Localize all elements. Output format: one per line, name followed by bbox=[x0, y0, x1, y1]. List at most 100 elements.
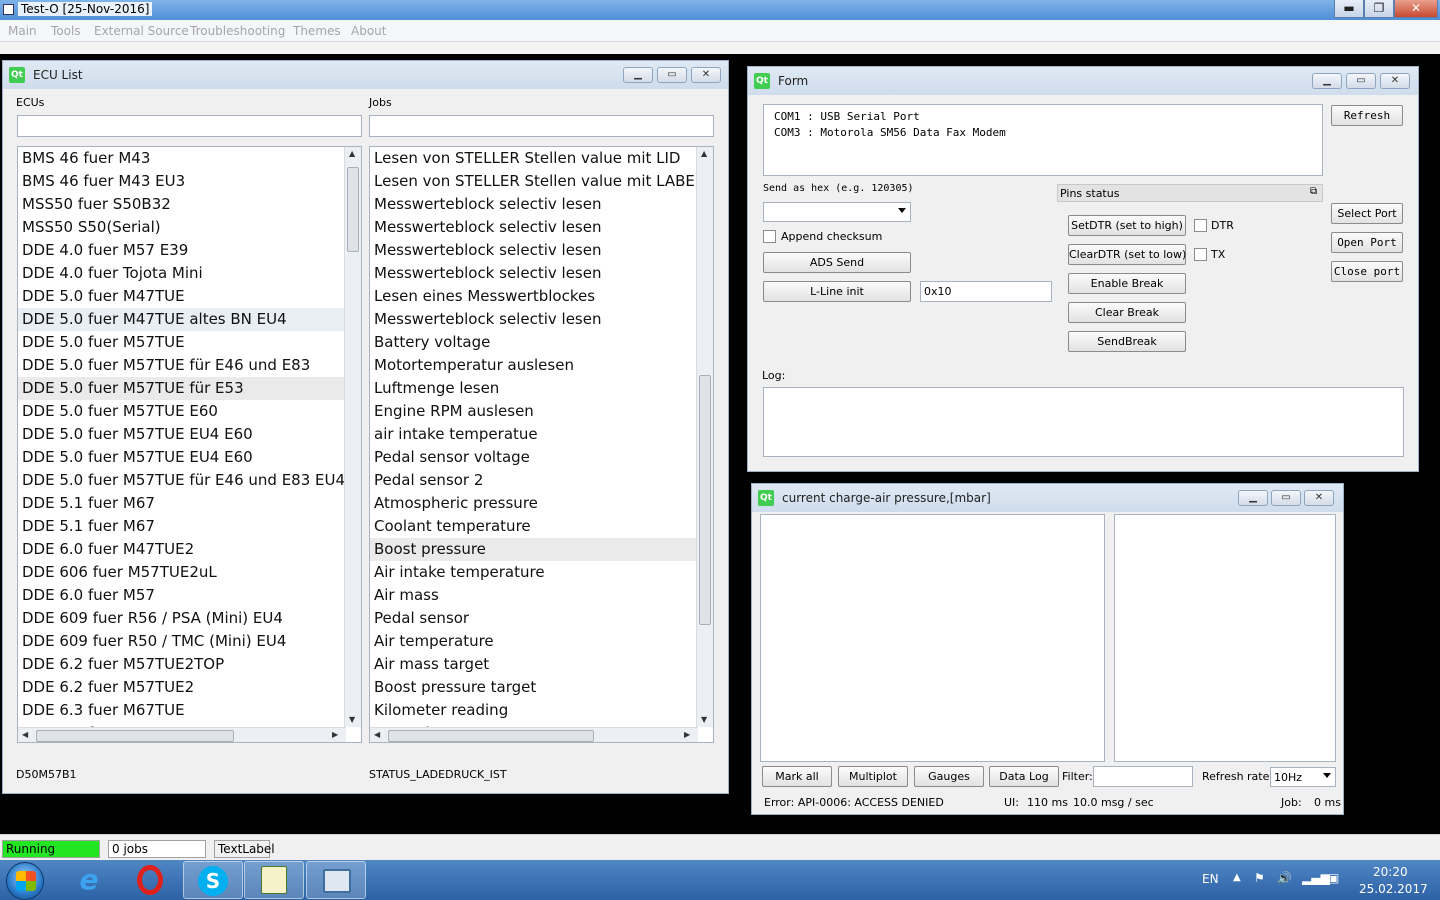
job-row[interactable]: Air temperature bbox=[370, 630, 713, 653]
select-port-button[interactable]: Select Port bbox=[1331, 203, 1403, 224]
ecu-row[interactable]: DDE 609 fuer R50 / TMC (Mini) EU4 bbox=[18, 630, 361, 653]
job-row[interactable]: Air intake temperature bbox=[370, 561, 713, 584]
close-button[interactable]: ✕ bbox=[1394, 0, 1438, 18]
ecu-list[interactable]: BMS 46 fuer M43 BMS 46 fuer M43 EU3 MSS50 … bbox=[17, 146, 362, 743]
job-row[interactable]: Messwerteblock selectiv lesen bbox=[370, 262, 713, 285]
ads-send-button[interactable]: ADS Send bbox=[763, 252, 911, 273]
log-output[interactable] bbox=[763, 387, 1404, 457]
ecu-row[interactable]: DDE 4.0 fuer M57 E39 bbox=[18, 239, 361, 262]
ecu-filter-input[interactable] bbox=[17, 115, 362, 137]
set-dtr-button[interactable]: SetDTR (set to high) bbox=[1068, 215, 1186, 236]
float-icon[interactable]: ⧉ bbox=[1310, 186, 1317, 197]
maximize-button[interactable]: ❐ bbox=[1364, 0, 1394, 18]
signal-icon[interactable]: ▂▄▆ bbox=[1302, 871, 1330, 885]
ecu-row[interactable]: DDE 6.2 fuer M57TUE2TOP bbox=[18, 653, 361, 676]
ecu-row[interactable]: DDE 5.0 fuer M47TUE altes BN EU4 bbox=[18, 308, 361, 331]
job-row[interactable]: Lesen eines Messwertblockes bbox=[370, 285, 713, 308]
job-row[interactable]: air intake temperatue bbox=[370, 423, 713, 446]
plot-area[interactable] bbox=[760, 514, 1105, 762]
job-filter-input[interactable] bbox=[369, 115, 714, 137]
clear-break-button[interactable]: Clear Break bbox=[1068, 302, 1186, 323]
battery-icon[interactable]: ▣ bbox=[1328, 871, 1339, 885]
form-close-button[interactable]: ✕ bbox=[1380, 73, 1410, 89]
refresh-button[interactable]: Refresh bbox=[1331, 105, 1403, 126]
open-port-button[interactable]: Open Port bbox=[1331, 232, 1403, 253]
ecu-row[interactable]: BMS 46 fuer M43 bbox=[18, 147, 361, 170]
ecu-list-vscroll-thumb[interactable] bbox=[347, 167, 359, 252]
send-break-button[interactable]: SendBreak bbox=[1068, 331, 1186, 352]
ecu-row[interactable]: DDE 6.0 fuer M47TUE2 bbox=[18, 538, 361, 561]
refresh-rate-combo[interactable]: 10Hz bbox=[1270, 767, 1336, 787]
job-row[interactable]: Coolant temperature bbox=[370, 515, 713, 538]
ecu-row[interactable]: DDE 606 fuer M57TUE2uL bbox=[18, 561, 361, 584]
ecu-row[interactable]: BMS 46 fuer M43 EU3 bbox=[18, 170, 361, 193]
job-row[interactable]: Pedal sensor 2 bbox=[370, 469, 713, 492]
ecu-row[interactable]: DDE 6.3 fuer M67TUE bbox=[18, 699, 361, 722]
menu-troubleshooting[interactable]: Troubleshooting bbox=[190, 24, 285, 38]
jobs-list-hscroll-thumb[interactable] bbox=[388, 730, 594, 742]
clock-time[interactable]: 20:20 bbox=[1373, 865, 1408, 879]
ecu-row[interactable]: DDE 6.2 fuer M57TUE2 bbox=[18, 676, 361, 699]
ecu-row[interactable]: DDE 5.0 fuer M57TUE für E53 bbox=[18, 377, 361, 400]
job-row[interactable]: Messwerteblock selectiv lesen bbox=[370, 193, 713, 216]
taskbar-test-o[interactable] bbox=[306, 861, 366, 899]
network-tray-icon[interactable]: ⚑ bbox=[1254, 871, 1265, 885]
job-row[interactable]: Luftmenge lesen bbox=[370, 377, 713, 400]
ecu-row[interactable]: DDE 609 fuer R56 / PSA (Mini) EU4 bbox=[18, 607, 361, 630]
ecu-list-close-button[interactable]: ✕ bbox=[691, 67, 721, 83]
dtr-checkbox[interactable] bbox=[1194, 219, 1207, 232]
gauges-button[interactable]: Gauges bbox=[914, 766, 984, 787]
enable-break-button[interactable]: Enable Break bbox=[1068, 273, 1186, 294]
form-maximize-button[interactable]: ▭ bbox=[1346, 73, 1376, 89]
append-checksum-checkbox[interactable] bbox=[763, 230, 776, 243]
ecu-row[interactable]: DDE 5.0 fuer M57TUE EU4 E60 bbox=[18, 423, 361, 446]
job-row[interactable]: Lesen von STELLER Stellen value mit LID bbox=[370, 147, 713, 170]
start-button[interactable] bbox=[6, 862, 44, 900]
jobs-list-vscroll[interactable]: ▲ ▼ bbox=[696, 147, 713, 727]
jobs-list-hscroll[interactable]: ◀ ▶ bbox=[370, 727, 698, 742]
ecu-row[interactable]: DDE 5.0 fuer M57TUE bbox=[18, 331, 361, 354]
job-row[interactable]: Air mass bbox=[370, 584, 713, 607]
ecu-row[interactable]: DDE 5.0 fuer M57TUE EU4 E60 bbox=[18, 446, 361, 469]
chart-maximize-button[interactable]: ▭ bbox=[1271, 490, 1301, 506]
port-list[interactable]: COM1 : USB Serial Port COM3 : Motorola S… bbox=[763, 104, 1323, 176]
job-row[interactable]: Boost pressure target bbox=[370, 676, 713, 699]
menu-themes[interactable]: Themes bbox=[293, 24, 341, 38]
taskbar-ie[interactable]: e bbox=[60, 861, 120, 899]
job-row[interactable]: Lesen von STELLER Stellen value mit LABE… bbox=[370, 170, 713, 193]
clear-dtr-button[interactable]: ClearDTR (set to low) bbox=[1068, 244, 1186, 265]
menu-main[interactable]: Main bbox=[8, 24, 37, 38]
job-row[interactable]: Engine RPM auslesen bbox=[370, 400, 713, 423]
mark-all-button[interactable]: Mark all bbox=[762, 766, 832, 787]
job-row[interactable]: Messwerteblock selectiv lesen bbox=[370, 239, 713, 262]
volume-icon[interactable]: 🔊 bbox=[1277, 871, 1292, 885]
clock-date[interactable]: 25.02.2017 bbox=[1359, 882, 1428, 896]
minimize-button[interactable]: ▬ bbox=[1334, 0, 1364, 18]
form-minimize-button[interactable]: ▁ bbox=[1312, 73, 1342, 89]
taskbar-skype[interactable]: S bbox=[183, 861, 243, 899]
menu-tools[interactable]: Tools bbox=[51, 24, 81, 38]
ecu-list-minimize-button[interactable]: ▁ bbox=[623, 67, 653, 83]
job-row[interactable]: Boost pressure bbox=[370, 538, 713, 561]
ecu-row[interactable]: DDE 6.0 fuer M57 bbox=[18, 584, 361, 607]
jobs-list-vscroll-thumb[interactable] bbox=[699, 375, 711, 625]
job-row[interactable]: Motortemperatur auslesen bbox=[370, 354, 713, 377]
lline-init-button[interactable]: L-Line init bbox=[763, 281, 911, 302]
ecu-list-hscroll[interactable]: ◀ ▶ bbox=[18, 727, 346, 742]
filter-input[interactable] bbox=[1093, 766, 1193, 787]
ecu-row[interactable]: DDE 5.0 fuer M57TUE für E46 und E83 EU4 bbox=[18, 469, 361, 492]
chart-minimize-button[interactable]: ▁ bbox=[1238, 490, 1268, 506]
chart-close-button[interactable]: ✕ bbox=[1304, 490, 1334, 506]
send-hex-combo[interactable] bbox=[763, 202, 911, 222]
menu-about[interactable]: About bbox=[351, 24, 386, 38]
taskbar-opera[interactable] bbox=[121, 861, 181, 899]
job-row[interactable]: Messwerteblock selectiv lesen bbox=[370, 308, 713, 331]
data-log-button[interactable]: Data Log bbox=[989, 766, 1059, 787]
port-item[interactable]: COM1 : USB Serial Port bbox=[774, 109, 1312, 125]
ecu-row[interactable]: MSS50 S50(Serial) bbox=[18, 216, 361, 239]
ecu-row[interactable]: DDE 4.0 fuer Tojota Mini bbox=[18, 262, 361, 285]
ecu-row[interactable]: DDE 5.0 fuer M57TUE für E46 und E83 bbox=[18, 354, 361, 377]
ecu-row[interactable]: DDE 5.0 fuer M57TUE E60 bbox=[18, 400, 361, 423]
multiplot-button[interactable]: Multiplot bbox=[838, 766, 908, 787]
job-row[interactable]: Pedal sensor bbox=[370, 607, 713, 630]
